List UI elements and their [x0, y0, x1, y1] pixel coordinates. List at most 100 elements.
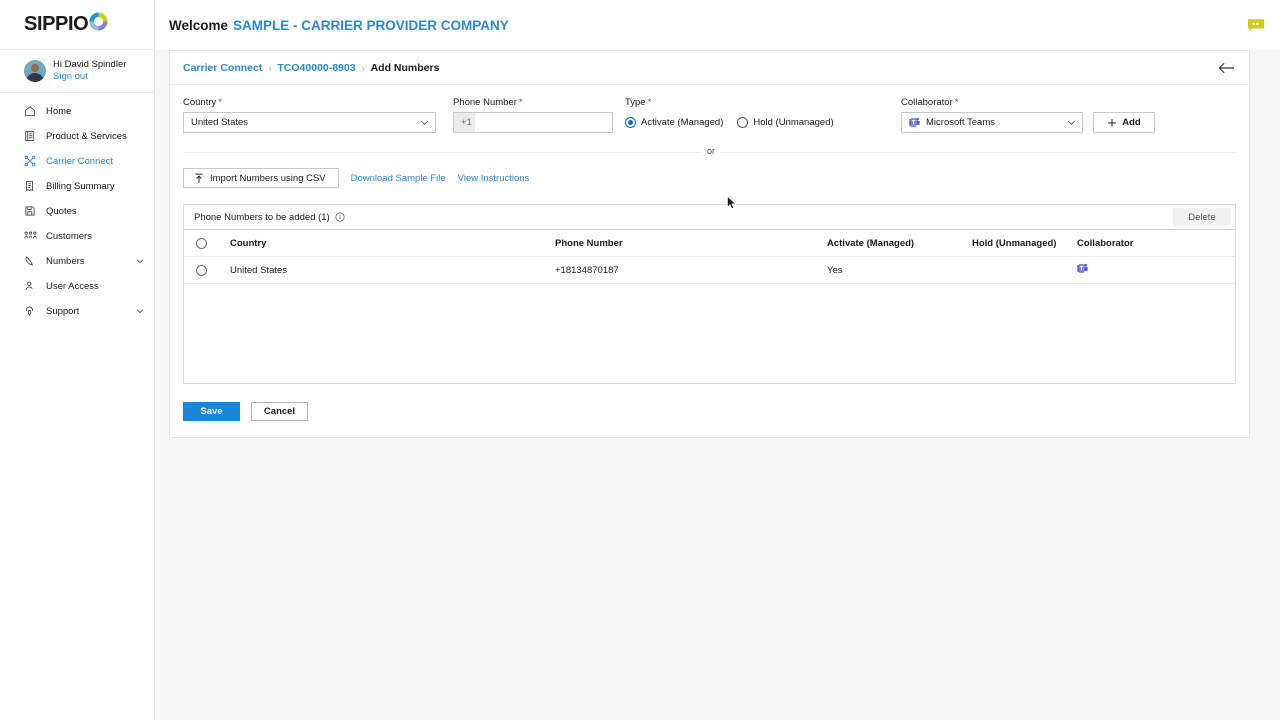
type-label-text: Type: [625, 97, 646, 108]
microsoft-teams-icon: [909, 117, 920, 128]
microsoft-teams-icon: [1077, 263, 1088, 274]
import-numbers-csv-label: Import Numbers using CSV: [210, 172, 326, 184]
sippio-ring-icon: [89, 12, 108, 37]
products-icon: [24, 130, 38, 142]
company-name: SAMPLE - CARRIER PROVIDER COMPANY: [233, 17, 509, 33]
sidebar-item-support[interactable]: Support: [0, 299, 154, 324]
info-icon[interactable]: [335, 212, 345, 222]
type-field: Type * Activate (Managed) Hold (Unmanaged…: [625, 97, 901, 133]
sign-out-link[interactable]: Sign out: [53, 71, 126, 83]
support-headset-icon: [24, 305, 38, 317]
column-header-country: Country: [230, 237, 267, 249]
breadcrumb-item-carrier-connect[interactable]: Carrier Connect: [183, 62, 262, 74]
sidebar-item-user-access[interactable]: User Access: [0, 274, 154, 299]
radio-hold-unmanaged-label: Hold (Unmanaged): [753, 117, 834, 128]
sidebar-item-label: Numbers: [46, 255, 85, 267]
sidebar-item-label: Billing Summary: [46, 180, 115, 192]
breadcrumb-item-add-numbers: Add Numbers: [370, 61, 440, 74]
cell-country: United States: [230, 264, 288, 276]
sidebar-item-billing-summary[interactable]: Billing Summary: [0, 174, 154, 199]
collaborator-select[interactable]: Microsoft Teams: [901, 112, 1083, 133]
phone-numbers-table: Country Phone Number Activate (Managed) …: [184, 230, 1235, 284]
save-button[interactable]: Save: [183, 402, 240, 421]
collaborator-select-value: Microsoft Teams: [926, 117, 995, 128]
sidebar: SIPPIO Hi David Spindler Sign out Home P…: [0, 0, 155, 720]
phone-numbers-panel-header: Phone Numbers to be added (1) Delete: [184, 205, 1235, 230]
or-divider: or: [183, 146, 1236, 158]
column-header-collaborator: Collaborator: [1077, 237, 1134, 249]
breadcrumb: Carrier Connect › TCO40000-8903 › Add Nu…: [170, 51, 1249, 85]
add-button[interactable]: Add: [1093, 112, 1155, 133]
add-button-label: Add: [1122, 117, 1141, 128]
cancel-button[interactable]: Cancel: [251, 402, 308, 421]
phone-icon: [24, 255, 38, 267]
feedback-chat-icon[interactable]: [1246, 17, 1266, 33]
content-area: Carrier Connect › TCO40000-8903 › Add Nu…: [155, 50, 1280, 720]
user-access-icon: [24, 280, 38, 292]
welcome-banner: Welcome SAMPLE - CARRIER PROVIDER COMPANY: [169, 18, 509, 33]
required-asterisk: *: [518, 97, 523, 108]
chevron-down-icon: [1067, 118, 1076, 127]
chevron-down-icon: [420, 118, 429, 127]
import-numbers-csv-button[interactable]: Import Numbers using CSV: [183, 168, 339, 188]
radio-activate-managed[interactable]: Activate (Managed): [625, 117, 723, 128]
sidebar-item-carrier-connect[interactable]: Carrier Connect: [0, 149, 154, 174]
sidebar-item-product-services[interactable]: Product & Services: [0, 124, 154, 149]
radio-hold-unmanaged[interactable]: Hold (Unmanaged): [737, 117, 834, 128]
back-arrow-icon[interactable]: [1218, 61, 1235, 75]
breadcrumb-item-tco-id[interactable]: TCO40000-8903: [277, 62, 355, 74]
chevron-down-icon: [136, 307, 144, 315]
select-all-radio[interactable]: [196, 237, 207, 249]
add-numbers-card: Carrier Connect › TCO40000-8903 › Add Nu…: [169, 50, 1250, 438]
type-radio-group: Activate (Managed) Hold (Unmanaged): [625, 112, 901, 133]
phone-numbers-panel: Phone Numbers to be added (1) Delete Cou…: [183, 204, 1236, 384]
main-area: Welcome SAMPLE - CARRIER PROVIDER COMPANY…: [155, 0, 1280, 720]
sidebar-item-label: Product & Services: [46, 130, 127, 142]
plus-icon: [1107, 118, 1117, 128]
sidebar-item-label: Home: [46, 105, 72, 117]
breadcrumb-separator: ›: [361, 62, 365, 73]
sidebar-item-quotes[interactable]: Quotes: [0, 199, 154, 224]
required-asterisk: *: [647, 97, 652, 108]
view-instructions-link[interactable]: View Instructions: [458, 173, 530, 184]
collaborator-label: Collaborator *: [901, 97, 1093, 108]
upload-icon: [194, 173, 204, 184]
brand-logo[interactable]: SIPPIO: [0, 0, 154, 50]
brand-logo-text: SIPPIO: [24, 12, 108, 37]
phone-numbers-panel-title: Phone Numbers to be added (1): [194, 211, 330, 223]
form-row-primary: Country * United States Phone Number * +…: [183, 97, 1236, 133]
sidebar-item-home[interactable]: Home: [0, 99, 154, 124]
table-row[interactable]: United States +18134870187 Yes: [184, 257, 1235, 284]
country-select[interactable]: United States: [183, 112, 436, 133]
phone-country-prefix: +1: [454, 113, 475, 132]
country-field: Country * United States: [183, 97, 453, 133]
column-header-phone-number: Phone Number: [555, 237, 623, 249]
sidebar-item-customers[interactable]: Customers: [0, 224, 154, 249]
sidebar-item-numbers[interactable]: Numbers: [0, 249, 154, 274]
carrier-connect-icon: [24, 155, 38, 167]
delete-button[interactable]: Delete: [1173, 208, 1231, 226]
select-all-radio-cell: [196, 237, 230, 249]
user-block: Hi David Spindler Sign out: [0, 50, 154, 93]
phone-number-input[interactable]: [475, 113, 612, 132]
sidebar-item-label: Carrier Connect: [46, 155, 114, 167]
sidebar-nav: Home Product & Services Carrier Connect …: [0, 93, 154, 324]
sidebar-item-label: Support: [46, 305, 80, 317]
collaborator-label-text: Collaborator: [901, 97, 953, 108]
phone-number-input-wrap[interactable]: +1: [453, 112, 613, 133]
cell-collaborator: [1077, 263, 1235, 277]
radio-dot-icon: [737, 117, 749, 128]
user-greeting: Hi David Spindler: [53, 59, 127, 70]
radio-activate-managed-label: Activate (Managed): [641, 117, 724, 128]
column-header-activate-managed: Activate (Managed): [827, 237, 915, 249]
collaborator-field: Collaborator * Microsoft Teams: [901, 97, 1093, 133]
radio-dot-icon: [625, 117, 636, 128]
row-select-radio[interactable]: [196, 264, 207, 276]
sidebar-item-label: User Access: [46, 280, 99, 292]
quotes-icon: [24, 205, 38, 217]
avatar: [24, 59, 46, 82]
download-sample-file-link[interactable]: Download Sample File: [351, 173, 446, 184]
country-label: Country *: [183, 97, 453, 108]
phone-number-label: Phone Number *: [453, 97, 625, 108]
cell-activate-managed: Yes: [827, 264, 843, 276]
